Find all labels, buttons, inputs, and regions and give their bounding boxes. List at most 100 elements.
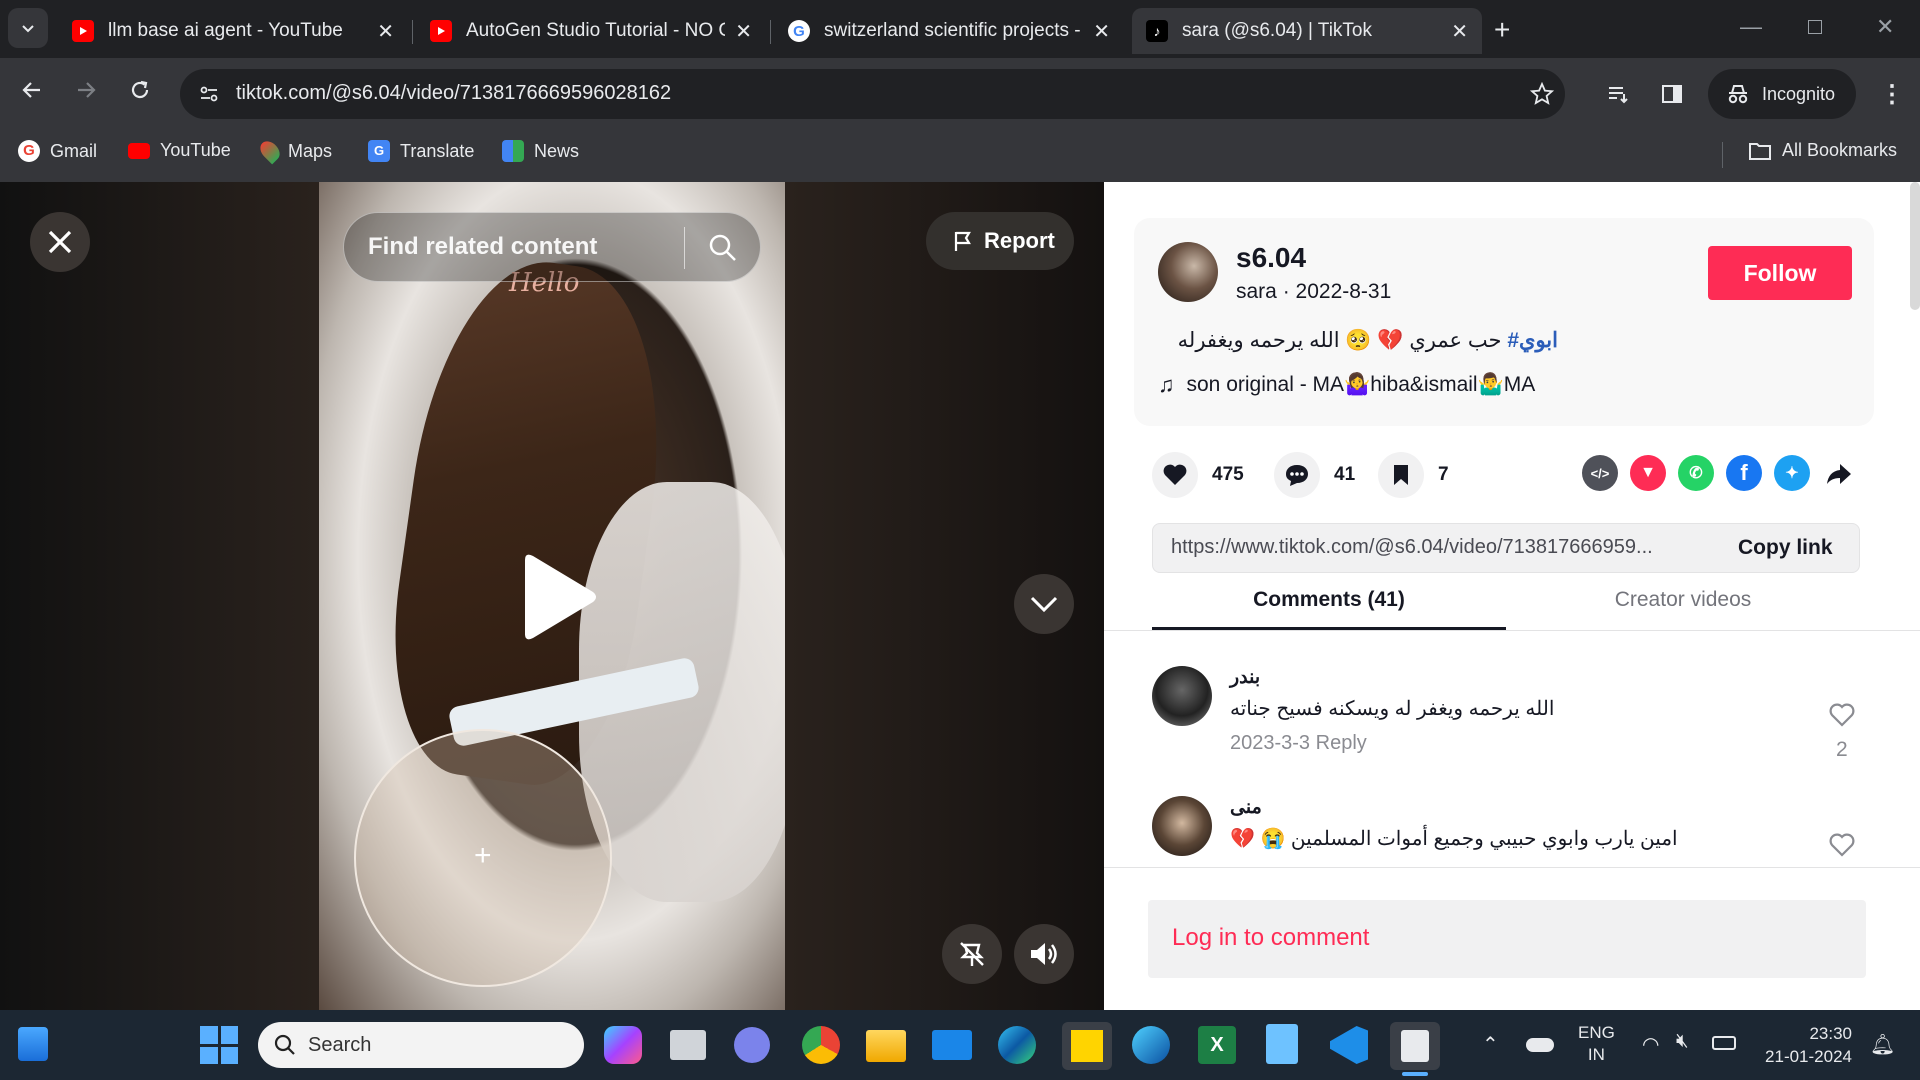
tab-comments[interactable]: Comments (41) (1152, 582, 1506, 630)
follow-button[interactable]: Follow (1708, 246, 1852, 300)
onedrive-icon[interactable] (1526, 1038, 1554, 1052)
notifications-icon[interactable]: 🔔︎ (1870, 1032, 1895, 1057)
excel-icon[interactable]: X (1198, 1026, 1236, 1064)
next-video-button[interactable] (1014, 574, 1074, 634)
music-line[interactable]: ♫ son original - MA🤷‍♀️hiba&ismail🤷‍♂️MA (1158, 372, 1535, 398)
notepad-icon[interactable] (1266, 1024, 1298, 1064)
scrollbar[interactable] (1910, 182, 1920, 310)
floating-player-button[interactable] (942, 924, 1002, 984)
tray-overflow-icon[interactable]: ⌃ (1482, 1032, 1499, 1057)
video-frame[interactable]: Hello Find related content + (319, 182, 785, 1010)
share-arrow-icon[interactable] (1826, 462, 1852, 486)
bookmark-youtube[interactable]: YouTube (128, 140, 231, 161)
new-tab-button[interactable]: + (1494, 14, 1510, 46)
comment-author[interactable]: بندر (1230, 666, 1260, 689)
widgets-icon[interactable] (18, 1027, 48, 1061)
edge-beta-icon[interactable] (1132, 1026, 1170, 1064)
back-button[interactable] (20, 78, 44, 109)
post-username[interactable]: s6.04 (1236, 242, 1306, 274)
copy-link-button[interactable]: Copy link (1738, 536, 1833, 560)
close-video-button[interactable] (30, 212, 90, 272)
reload-button[interactable] (128, 78, 152, 109)
close-icon[interactable]: ✕ (1093, 19, 1110, 44)
volume-muted-icon[interactable]: 🔇︎ (1676, 1030, 1689, 1053)
comment-author[interactable]: منى (1230, 796, 1262, 819)
like-button[interactable]: 475 (1152, 452, 1244, 498)
bookmark-gmail[interactable]: G Gmail (18, 140, 97, 162)
reading-list-icon[interactable] (1606, 82, 1630, 106)
reply-button[interactable]: Reply (1316, 732, 1367, 754)
bookmark-translate[interactable]: G Translate (368, 140, 474, 162)
report-button[interactable]: Report (926, 212, 1074, 270)
forward-button[interactable] (74, 78, 98, 109)
magnifier-overlay[interactable]: + (354, 729, 612, 987)
pin-off-icon (960, 942, 984, 966)
window-close-button[interactable]: ✕ (1876, 14, 1894, 40)
heart-outline-icon[interactable] (1828, 702, 1856, 728)
tab-creator-label: Creator videos (1614, 588, 1752, 611)
tab-title: llm base ai agent - YouTube (108, 20, 343, 41)
post-detail-panel: s6.04 sara · 2022-8-31 Follow ابوي# حب ع… (1104, 182, 1920, 1010)
login-to-comment-button[interactable]: Log in to comment (1148, 900, 1866, 978)
sticky-notes-icon[interactable] (1062, 1022, 1112, 1070)
send-to-friends-icon[interactable]: ▼ (1630, 455, 1666, 491)
embed-icon[interactable]: </> (1582, 455, 1618, 491)
battery-icon[interactable] (1712, 1036, 1736, 1050)
minimize-button[interactable]: — (1740, 14, 1762, 40)
search-icon[interactable] (708, 233, 738, 263)
avatar[interactable] (1158, 242, 1218, 302)
address-bar[interactable]: tiktok.com/@s6.04/video/7138176669596028… (180, 69, 1565, 119)
site-settings-icon[interactable] (198, 83, 220, 105)
teams-icon[interactable] (734, 1027, 770, 1063)
task-view-icon[interactable] (670, 1030, 706, 1060)
chevron-down-icon (22, 25, 34, 33)
restore-button[interactable] (1808, 20, 1822, 34)
tab-youtube-autogen[interactable]: AutoGen Studio Tutorial - NO C ✕ (416, 8, 766, 54)
vscode-icon[interactable] (1330, 1026, 1368, 1064)
volume-button[interactable] (1014, 924, 1074, 984)
edge-icon[interactable] (998, 1026, 1036, 1064)
tab-google-switzerland[interactable]: G switzerland scientific projects - ✕ (774, 8, 1124, 54)
translate-icon: G (368, 140, 390, 162)
file-explorer-icon[interactable] (866, 1030, 906, 1062)
copilot-icon[interactable] (604, 1026, 642, 1064)
incognito-badge[interactable]: Incognito (1708, 69, 1856, 119)
tab-tiktok[interactable]: ♪ sara (@s6.04) | TikTok ✕ (1132, 8, 1482, 54)
bookmark-star-icon[interactable] (1530, 82, 1554, 106)
close-icon[interactable]: ✕ (735, 19, 752, 44)
language-indicator[interactable]: ENG IN (1578, 1022, 1615, 1066)
chrome-icon[interactable] (802, 1026, 840, 1064)
play-icon[interactable] (519, 552, 599, 642)
close-icon[interactable]: ✕ (377, 19, 394, 44)
snipping-tool-icon[interactable] (1390, 1022, 1440, 1070)
bookmark-news[interactable]: News (502, 140, 579, 162)
all-bookmarks-button[interactable]: All Bookmarks (1748, 140, 1897, 161)
mail-icon[interactable] (932, 1030, 972, 1060)
twitter-icon[interactable]: ✦ (1774, 455, 1810, 491)
url-text[interactable]: tiktok.com/@s6.04/video/7138176669596028… (236, 82, 671, 105)
avatar[interactable] (1152, 666, 1212, 726)
tab-search-button[interactable] (8, 8, 48, 48)
start-button[interactable] (200, 1026, 238, 1064)
side-panel-icon[interactable] (1660, 82, 1684, 106)
share-url[interactable]: https://www.tiktok.com/@s6.04/video/7138… (1171, 536, 1711, 559)
related-search-box[interactable]: Find related content (343, 212, 761, 282)
comment-button[interactable]: 41 (1274, 452, 1355, 498)
heart-outline-icon[interactable] (1828, 832, 1856, 858)
clock[interactable]: 23:30 21-01-2024 (1760, 1022, 1852, 1068)
close-icon[interactable]: ✕ (1451, 19, 1468, 44)
taskbar-search[interactable]: Search (258, 1022, 584, 1068)
wifi-icon[interactable]: ◠ (1642, 1032, 1659, 1057)
comment-like-count: 2 (1836, 738, 1848, 761)
google-icon: G (788, 20, 810, 42)
tab-youtube-llm[interactable]: llm base ai agent - YouTube ✕ (58, 8, 408, 54)
facebook-icon[interactable]: f (1726, 455, 1762, 491)
avatar[interactable] (1152, 796, 1212, 856)
tab-creator-videos[interactable]: Creator videos (1506, 582, 1860, 630)
bookmark-maps[interactable]: Maps (256, 137, 332, 165)
caption-hashtag[interactable]: ابوي# (1507, 329, 1558, 352)
save-button[interactable]: 7 (1378, 452, 1449, 498)
related-search-input[interactable]: Find related content (368, 233, 597, 261)
browser-menu-button[interactable]: ⋮ (1880, 80, 1904, 109)
whatsapp-icon[interactable]: ✆ (1678, 455, 1714, 491)
